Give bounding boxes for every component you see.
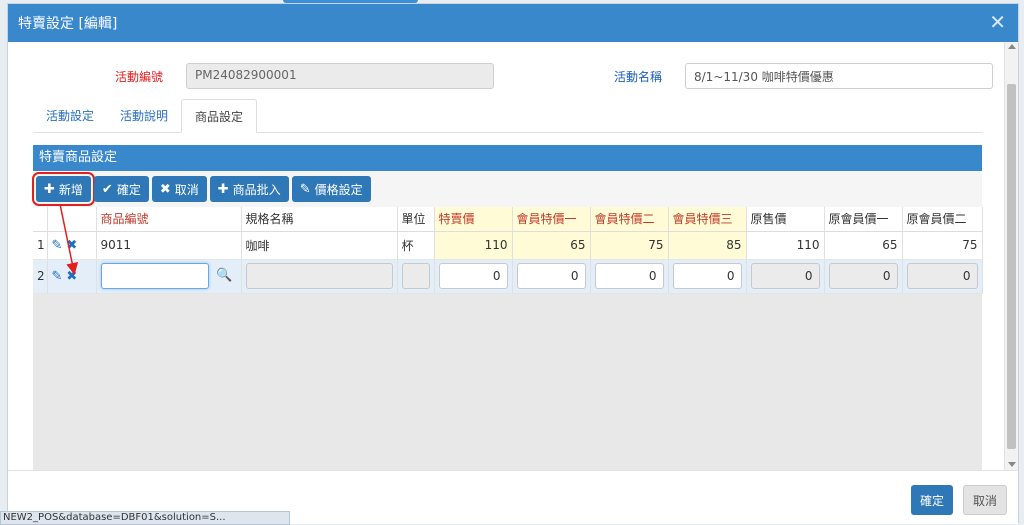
row-actions: ✎ ✖ [47, 259, 97, 294]
original-price-field: 0 [750, 263, 820, 289]
delete-icon[interactable]: ✖ [66, 238, 77, 253]
original-price: 110 [746, 231, 825, 260]
status-bar: NEW2_POS&database=DBF01&solution=S... [0, 511, 290, 525]
tab-activity-settings[interactable]: 活動設定 [33, 99, 107, 133]
confirm-button[interactable]: ✔ 確定 [93, 176, 149, 202]
sale-price-cell: 0 [434, 259, 513, 294]
member-price-3-input[interactable]: 0 [672, 263, 742, 289]
cancel-button-label: 取消 [174, 182, 199, 197]
close-icon[interactable]: ✕ [989, 12, 1006, 32]
member-price-1-cell: 0 [512, 259, 591, 294]
original-member-price-2: 75 [902, 231, 983, 260]
plus-icon: ✚ [44, 181, 55, 197]
column-header: 原會員價一 [824, 207, 903, 232]
column-header: 會員特價三 [668, 207, 747, 232]
spec-name: 咖啡 [241, 231, 398, 260]
row-actions: ✎ ✖ [47, 231, 97, 260]
grid-header-row: 商品編號 規格名稱 單位 特賣價 會員特價一 會員特價二 會員特價三 原售價 原… [33, 207, 983, 232]
column-header: 單位 [397, 207, 435, 232]
product-code: 9011 [96, 231, 242, 260]
check-icon: ✔ [101, 181, 113, 197]
original-member-price-1-field: 0 [828, 263, 898, 289]
add-button[interactable]: ✚ 新增 [32, 172, 95, 206]
dialog: 特賣設定 [編輯] ✕ 活動編號 PM24082900001 活動名稱 8/1~… [7, 3, 1019, 524]
activity-name-field[interactable]: 8/1~11/30 咖啡特價優惠 [685, 63, 993, 89]
add-button-label: 新增 [58, 182, 83, 197]
edit-icon[interactable]: ✎ [52, 269, 63, 284]
special-products-panel: 特賣商品設定 ✚ 新增 ✔ 確定 ✖ 取消 ✚ 商品批入 ✎ 價格設定 商品編號 規格名 [32, 145, 983, 470]
panel-title: 特賣商品設定 [33, 145, 982, 171]
original-member-price-1: 65 [824, 231, 903, 260]
column-header: 會員特價二 [590, 207, 669, 232]
column-header: 會員特價一 [512, 207, 591, 232]
unit-field [401, 263, 430, 289]
price-settings-button[interactable]: ✎ 價格設定 [291, 176, 371, 202]
price-settings-button-label: 價格設定 [314, 182, 363, 197]
member-price-2-cell: 0 [590, 259, 669, 294]
column-header: 原售價 [746, 207, 825, 232]
ok-button[interactable]: 確定 [911, 485, 954, 515]
footer-cancel-button[interactable]: 取消 [963, 485, 1008, 515]
original-member-price-2-cell: 0 [902, 259, 983, 294]
sale-price-input[interactable]: 0 [438, 263, 508, 289]
product-code-cell: 🔍 [96, 259, 242, 294]
member-price-3: 85 [668, 231, 747, 260]
tab-activity-description[interactable]: 活動說明 [107, 99, 181, 133]
edit-icon[interactable]: ✎ [52, 238, 63, 253]
plus-icon: ✚ [217, 181, 229, 197]
table-row-editing[interactable]: 2 ✎ ✖ 🔍 0 0 0 0 0 0 0 [33, 259, 983, 294]
scrollbar-thumb[interactable] [1007, 84, 1016, 449]
member-price-1: 65 [512, 231, 591, 260]
sale-price: 110 [434, 231, 513, 260]
row-number: 2 [33, 259, 48, 294]
search-icon[interactable]: 🔍 [213, 263, 237, 289]
original-member-price-1-cell: 0 [824, 259, 903, 294]
action-header [47, 207, 97, 232]
activity-name-label: 活動名稱 [614, 70, 663, 84]
member-price-1-input[interactable]: 0 [516, 263, 586, 289]
vertical-scrollbar[interactable] [1004, 42, 1018, 470]
column-header: 原會員價二 [902, 207, 983, 232]
original-member-price-2-field: 0 [906, 263, 978, 289]
spec-name-cell [241, 259, 398, 294]
tab-bar: 活動設定 活動說明 商品設定 [33, 99, 983, 133]
member-price-3-cell: 0 [668, 259, 747, 294]
column-header: 規格名稱 [241, 207, 398, 232]
batch-import-button[interactable]: ✚ 商品批入 [209, 176, 289, 202]
edit-icon: ✎ [299, 181, 311, 197]
member-price-2-input[interactable]: 0 [594, 263, 664, 289]
row-number-header [33, 207, 48, 232]
row-number: 1 [33, 231, 48, 260]
tab-product-settings[interactable]: 商品設定 [181, 99, 258, 133]
products-grid: 商品編號 規格名稱 單位 特賣價 會員特價一 會員特價二 會員特價三 原售價 原… [33, 207, 983, 294]
delete-icon[interactable]: ✖ [66, 269, 77, 284]
product-code-input[interactable] [100, 263, 209, 289]
close-icon: ✖ [159, 181, 171, 197]
table-row[interactable]: 1 ✎ ✖ 9011 咖啡 杯 110 65 75 85 110 65 75 [33, 231, 983, 260]
cancel-button[interactable]: ✖ 取消 [151, 176, 207, 202]
column-header: 商品編號 [96, 207, 242, 232]
unit: 杯 [397, 231, 435, 260]
confirm-button-label: 確定 [116, 182, 141, 197]
batch-import-button-label: 商品批入 [232, 182, 281, 197]
scroll-up-icon[interactable] [1008, 44, 1016, 49]
dialog-title: 特賣設定 [編輯] [18, 16, 118, 32]
activity-no-label: 活動編號 [115, 70, 164, 84]
original-price-cell: 0 [746, 259, 825, 294]
dialog-content: 活動編號 PM24082900001 活動名稱 8/1~11/30 咖啡特價優惠… [8, 42, 1006, 470]
dialog-titlebar: 特賣設定 [編輯] ✕ [8, 4, 1018, 42]
column-header: 特賣價 [434, 207, 513, 232]
activity-no-field: PM24082900001 [186, 63, 494, 89]
unit-cell [397, 259, 435, 294]
spec-name-field [245, 263, 393, 289]
scroll-down-icon[interactable] [1008, 462, 1016, 467]
grid-toolbar: ✚ 新增 ✔ 確定 ✖ 取消 ✚ 商品批入 ✎ 價格設定 [32, 171, 982, 207]
member-price-2: 75 [590, 231, 669, 260]
